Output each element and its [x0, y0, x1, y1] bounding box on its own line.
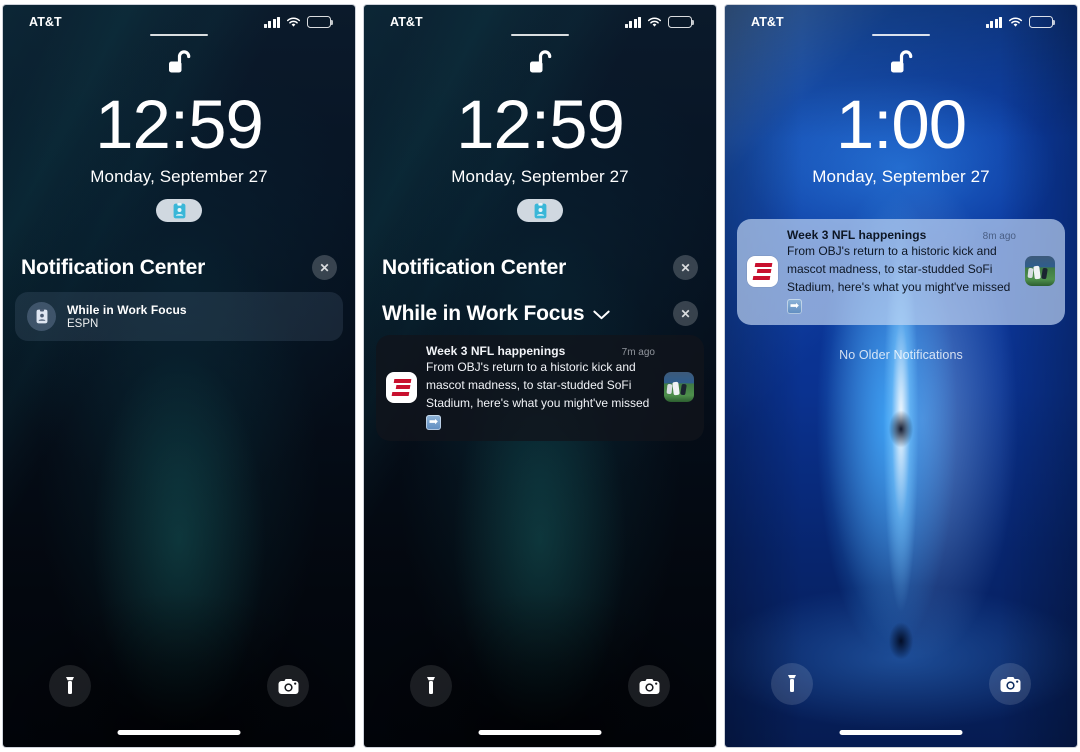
notification-center-title: Notification Center: [21, 255, 206, 279]
notification-head: Week 3 NFL happenings 7m ago: [426, 344, 655, 358]
home-indicator[interactable]: [117, 730, 241, 735]
unlocked-padlock-icon: [162, 46, 196, 85]
phone-screen-1: AT&T 12:59 Monday, September 27 Notifica…: [3, 5, 355, 747]
carrier-label: AT&T: [390, 15, 423, 29]
phone-screen-3: AT&T 1:00 Monday, September 27 Week 3 NF…: [725, 5, 1077, 747]
flashlight-icon: [66, 677, 74, 694]
work-focus-badge-icon: [27, 302, 56, 331]
focus-summary-title: While in Work Focus: [67, 303, 187, 317]
cellular-signal-icon: [624, 16, 641, 28]
cellular-signal-icon: [985, 16, 1002, 28]
chevron-down-icon[interactable]: [593, 302, 610, 326]
notification-body: Week 3 NFL happenings 7m ago From OBJ's …: [426, 344, 655, 430]
notification-body: Week 3 NFL happenings 8m ago From OBJ's …: [787, 228, 1016, 314]
camera-icon: [639, 678, 659, 694]
focus-group-title-wrap: While in Work Focus: [382, 302, 610, 326]
espn-app-icon: [386, 371, 417, 403]
status-underline: [872, 34, 930, 36]
notification-head: Week 3 NFL happenings 8m ago: [787, 228, 1016, 242]
notification-card-espn[interactable]: Week 3 NFL happenings 7m ago From OBJ's …: [376, 335, 704, 441]
notification-center-header-2: Notification Center ✕: [364, 255, 716, 280]
right-arrow-emoji-icon: ➡: [787, 299, 802, 314]
focus-summary-texts: While in Work Focus ESPN: [67, 303, 187, 330]
work-focus-icon: [173, 202, 185, 218]
lock-screen-clock: 12:59: [456, 86, 625, 163]
notification-center-header-1: Notification Center ✕: [3, 255, 355, 280]
camera-button[interactable]: [989, 663, 1031, 705]
battery-icon: [307, 16, 334, 28]
status-underline: [511, 34, 569, 36]
screenshot-stage: AT&T 12:59 Monday, September 27 Notifica…: [0, 0, 1080, 752]
focus-group-header[interactable]: While in Work Focus ✕: [364, 301, 716, 326]
focus-summary-card[interactable]: While in Work Focus ESPN: [15, 292, 343, 341]
flashlight-icon: [788, 675, 796, 692]
notification-thumbnail: [664, 372, 694, 402]
flashlight-icon: [427, 677, 435, 694]
focus-status-pill[interactable]: [517, 199, 563, 222]
notification-message: From OBJ's return to a historic kick and…: [426, 360, 650, 410]
work-focus-icon: [534, 202, 546, 218]
status-icons: [263, 16, 334, 28]
status-icons: [985, 16, 1056, 28]
unlocked-padlock-icon: [884, 46, 918, 85]
flashlight-button[interactable]: [49, 665, 91, 707]
battery-icon: [668, 16, 695, 28]
battery-icon: [1029, 16, 1056, 28]
lock-screen-3: AT&T 1:00 Monday, September 27 Week 3 NF…: [725, 5, 1077, 747]
lock-screen-2: AT&T 12:59 Monday, September 27 Notifica…: [364, 5, 716, 747]
lock-screen-date: Monday, September 27: [451, 167, 629, 186]
camera-icon: [1000, 676, 1020, 692]
espn-app-icon: [747, 255, 778, 287]
lock-screen-1: AT&T 12:59 Monday, September 27 Notifica…: [3, 5, 355, 747]
carrier-label: AT&T: [29, 15, 62, 29]
notification-title: Week 3 NFL happenings: [787, 228, 927, 242]
clear-focus-group-button[interactable]: ✕: [673, 301, 698, 326]
clear-notifications-button[interactable]: ✕: [673, 255, 698, 280]
notification-center-title: Notification Center: [382, 255, 567, 279]
lock-screen-date: Monday, September 27: [812, 167, 990, 186]
right-arrow-emoji-icon: ➡: [426, 415, 441, 430]
notification-card-espn[interactable]: Week 3 NFL happenings 8m ago From OBJ's …: [737, 219, 1065, 325]
lock-screen-clock: 12:59: [95, 86, 264, 163]
carrier-label: AT&T: [751, 15, 784, 29]
home-indicator[interactable]: [478, 730, 602, 735]
notification-message: From OBJ's return to a historic kick and…: [787, 244, 1011, 294]
no-older-notifications-label: No Older Notifications: [839, 348, 963, 362]
lock-screen-clock: 1:00: [835, 86, 967, 163]
wifi-icon: [286, 17, 301, 28]
cellular-signal-icon: [263, 16, 280, 28]
notification-title: Week 3 NFL happenings: [426, 344, 566, 358]
flashlight-button[interactable]: [771, 663, 813, 705]
camera-button[interactable]: [267, 665, 309, 707]
notification-thumbnail: [1025, 256, 1055, 286]
focus-group-title: While in Work Focus: [382, 301, 585, 325]
phone-screen-2: AT&T 12:59 Monday, September 27 Notifica…: [364, 5, 716, 747]
clear-notifications-button[interactable]: ✕: [312, 255, 337, 280]
notification-timestamp: 7m ago: [621, 347, 655, 358]
camera-icon: [278, 678, 298, 694]
wifi-icon: [647, 17, 662, 28]
wifi-icon: [1008, 17, 1023, 28]
flashlight-button[interactable]: [410, 665, 452, 707]
status-icons: [624, 16, 695, 28]
notification-timestamp: 8m ago: [982, 231, 1016, 242]
focus-status-pill[interactable]: [156, 199, 202, 222]
camera-button[interactable]: [628, 665, 670, 707]
unlocked-padlock-icon: [523, 46, 557, 85]
lock-screen-date: Monday, September 27: [90, 167, 268, 186]
status-underline: [150, 34, 208, 36]
focus-summary-subtitle: ESPN: [67, 318, 99, 330]
home-indicator[interactable]: [839, 730, 963, 735]
